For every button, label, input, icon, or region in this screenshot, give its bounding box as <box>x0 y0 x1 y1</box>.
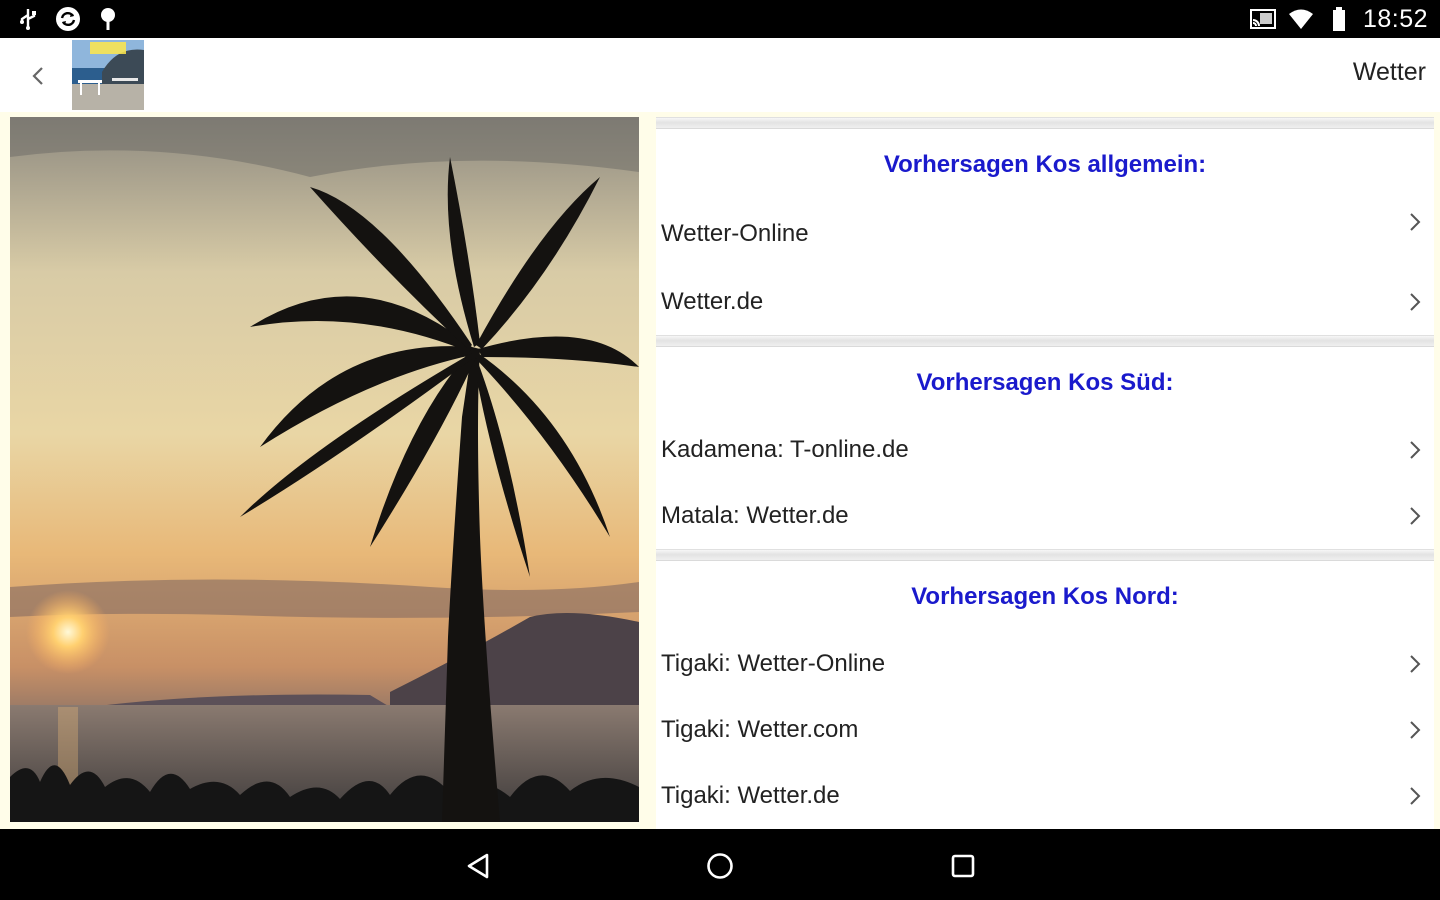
recents-square-icon <box>951 854 975 878</box>
section-title-nord: Vorhersagen Kos Nord: <box>911 583 1179 610</box>
app-thumbnail <box>72 40 144 110</box>
chevron-right-icon <box>1410 441 1421 459</box>
home-circle-icon <box>707 853 733 879</box>
chevron-right-icon <box>1410 293 1421 311</box>
chevron-right-icon <box>1410 787 1421 805</box>
cast-icon <box>1249 5 1277 33</box>
list-item[interactable]: Tigaki: Wetter-Online <box>656 631 1434 697</box>
chevron-right-icon <box>1410 213 1421 231</box>
list-item[interactable]: Tigaki: Wetter.com <box>656 697 1434 763</box>
nav-home-button[interactable] <box>700 846 740 886</box>
list-item-label: Tigaki: Wetter.de <box>661 782 840 809</box>
list-item-label: Wetter.de <box>661 288 764 315</box>
list-item[interactable]: Wetter-Online <box>656 199 1434 269</box>
battery-icon <box>1325 5 1353 33</box>
list-item-label: Tigaki: Wetter-Online <box>661 650 886 677</box>
location-pin-icon <box>94 5 122 33</box>
app-bar: Wetter <box>0 38 1440 112</box>
sync-icon <box>54 5 82 33</box>
list-item[interactable]: Wetter.de <box>656 269 1434 335</box>
back-triangle-icon <box>467 853 489 879</box>
section-divider <box>656 117 1434 129</box>
list-item[interactable]: Tigaki: Wetter.de <box>656 763 1434 829</box>
list-item-label: Kadamena: T-online.de <box>661 436 909 463</box>
status-bar: 18:52 <box>0 0 1440 38</box>
section-title-allgemein: Vorhersagen Kos allgemein: <box>883 151 1207 178</box>
list-item-label: Matala: Wetter.de <box>661 502 849 529</box>
usb-icon <box>14 5 42 33</box>
nav-recents-button[interactable] <box>943 846 983 886</box>
palm-tree-sunset-photo <box>10 117 639 822</box>
chevron-right-icon <box>1410 721 1421 739</box>
nav-back-button[interactable] <box>458 846 498 886</box>
section-divider <box>656 549 1434 561</box>
section-title-sued: Vorhersagen Kos Süd: <box>916 369 1174 396</box>
chevron-right-icon <box>1410 507 1421 525</box>
section-divider <box>656 335 1434 347</box>
list-item[interactable]: Matala: Wetter.de <box>656 483 1434 549</box>
forecast-list: Vorhersagen Kos allgemein: Wetter-Online… <box>656 117 1434 829</box>
navigation-bar <box>0 829 1440 900</box>
list-item-label: Wetter-Online <box>661 220 809 247</box>
wifi-icon <box>1287 5 1315 33</box>
page-title: Wetter <box>1352 58 1426 86</box>
list-item[interactable]: Kadamena: T-online.de <box>656 417 1434 483</box>
chevron-left-icon <box>32 67 43 85</box>
back-button[interactable] <box>18 56 58 96</box>
status-time: 18:52 <box>1362 4 1428 33</box>
list-item-label: Tigaki: Wetter.com <box>661 716 859 743</box>
chevron-right-icon <box>1410 655 1421 673</box>
